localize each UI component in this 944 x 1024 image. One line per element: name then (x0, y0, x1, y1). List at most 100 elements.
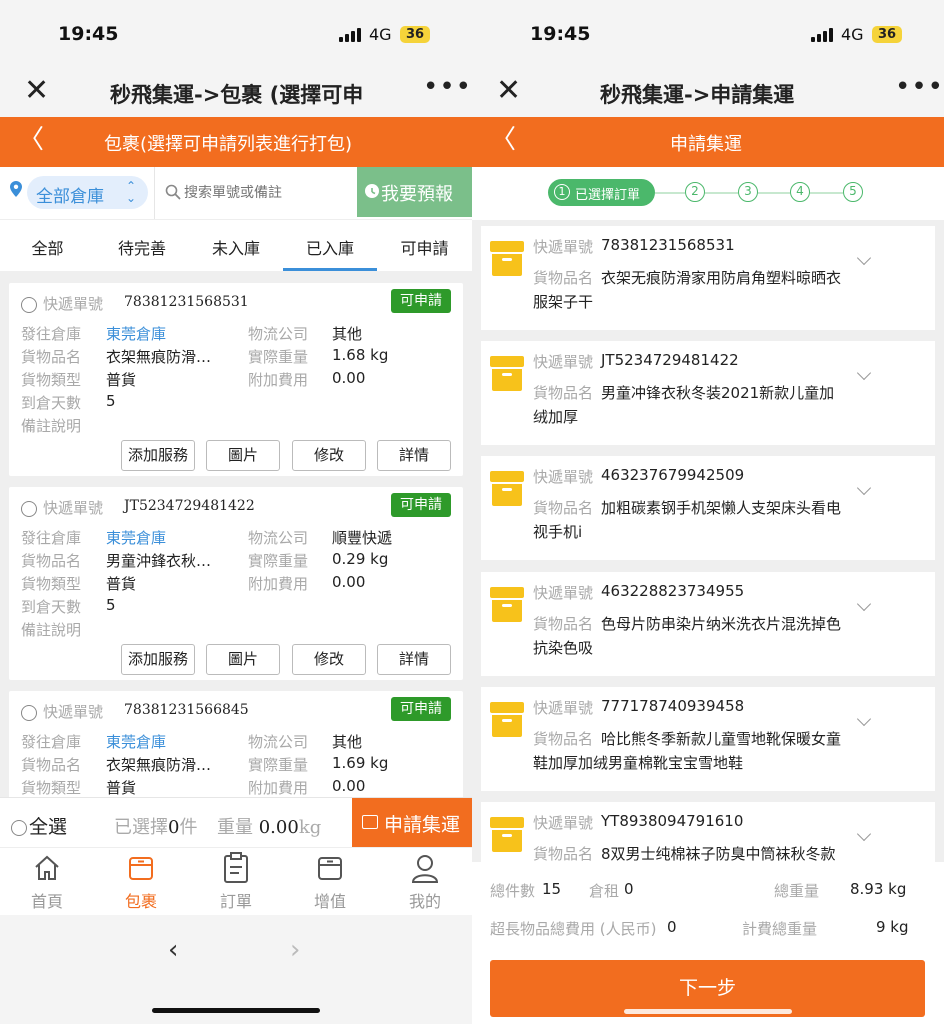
step-connector (655, 192, 685, 194)
battery-icon: 36 (400, 26, 430, 43)
more-icon[interactable]: ••• (423, 72, 472, 102)
active-tab-indicator (283, 268, 377, 271)
edit-button[interactable]: 修改 (292, 440, 366, 471)
card-checkbox[interactable] (21, 705, 37, 721)
nav-packages[interactable]: 包裹 (111, 851, 171, 911)
package-box-icon (490, 587, 524, 623)
item-value: 衣架無痕防滑… (106, 348, 212, 366)
nav-value-added[interactable]: 增值 (300, 851, 360, 911)
tab-applicable[interactable]: 可申請 (377, 235, 472, 259)
package-box-icon (490, 817, 524, 853)
tracking-label: 快遞單號 (533, 353, 594, 371)
nav-home-label: 首頁 (30, 892, 63, 911)
add-service-button[interactable]: 添加服務 (121, 440, 195, 471)
item-name-line1: 加粗碳素钢手机架懒人支架床头看电 (601, 499, 842, 517)
nav-orders[interactable]: 訂單 (206, 851, 266, 911)
user-icon (411, 855, 439, 883)
progress-stepper: 1 已選擇訂單 2 3 4 5 (472, 167, 944, 220)
reserve-button[interactable]: 我要預報 (357, 167, 472, 217)
item-name-line1: 8双男士纯棉袜子防臭中筒袜秋冬款 (601, 845, 836, 862)
details-button[interactable]: 詳情 (377, 644, 451, 675)
tab-not-stored[interactable]: 未入庫 (189, 235, 283, 259)
close-icon[interactable]: ✕ (24, 76, 49, 106)
select-all-checkbox[interactable] (11, 820, 27, 836)
edit-button[interactable]: 修改 (292, 644, 366, 675)
filter-row: 全部倉庫 ⌃⌄ 我要預報 (0, 167, 472, 219)
item-name-line1: 衣架无痕防滑家用防肩角塑料晾晒衣 (601, 269, 842, 287)
tracking-number: 78381231568531 (601, 236, 735, 254)
order-item[interactable]: 快遞單號 463228823734955 貨物品名 色母片防串染片纳米洗衣片混洗… (481, 572, 935, 676)
item-name-line2: 服架子干 (533, 293, 594, 311)
tracking-number: 777178740939458 (601, 697, 745, 715)
weight-summary: 重量 0.00kg (217, 813, 321, 839)
chevron-down-icon[interactable] (856, 250, 872, 266)
tab-all[interactable]: 全部 (0, 235, 95, 259)
item-label: 貨物品名 (533, 384, 594, 402)
tab-pending[interactable]: 待完善 (95, 235, 189, 259)
card-checkbox[interactable] (21, 297, 37, 313)
browser-back-icon[interactable]: ‹ (168, 935, 178, 965)
billed-weight-label: 計費總重量 (742, 920, 818, 938)
search-input[interactable] (184, 181, 354, 205)
chevron-down-icon[interactable] (856, 826, 872, 842)
warehouse-value[interactable]: 東莞倉庫 (106, 527, 166, 548)
fee-value: 0.00 (332, 777, 366, 795)
type-value: 普貨 (106, 575, 137, 593)
warehouse-value[interactable]: 東莞倉庫 (106, 323, 166, 344)
close-icon[interactable]: ✕ (496, 76, 521, 106)
order-item[interactable]: 快遞單號 463237679942509 貨物品名 加粗碳素钢手机架懒人支架床头… (481, 456, 935, 560)
status-time: 19:45 (58, 23, 119, 45)
item-label: 貨物品名 (533, 615, 594, 633)
weight-value: 1.69 kg (332, 754, 389, 772)
add-service-button[interactable]: 添加服務 (121, 644, 195, 675)
home-icon (35, 855, 59, 880)
nav-packages-label: 包裹 (124, 892, 157, 911)
warehouse-label: 發往倉庫 (21, 733, 82, 751)
apply-consolidation-button[interactable]: 申請集運 (352, 798, 472, 848)
clipboard-icon (224, 852, 248, 883)
chevron-down-icon[interactable] (856, 365, 872, 381)
chevron-down-icon[interactable] (856, 596, 872, 612)
details-button[interactable]: 詳情 (377, 440, 451, 471)
chevron-down-icon[interactable] (856, 480, 872, 496)
clock-icon (365, 184, 379, 198)
images-button[interactable]: 圖片 (206, 644, 280, 675)
item-label: 貨物品名 (533, 730, 594, 748)
step-connector (705, 192, 738, 194)
nav-profile[interactable]: 我的 (395, 851, 455, 911)
order-item[interactable]: 快遞單號 78381231568531 貨物品名 衣架无痕防滑家用防肩角塑料晾晒… (481, 226, 935, 330)
back-icon[interactable]: 〈 (18, 127, 44, 153)
chevron-down-icon[interactable] (856, 711, 872, 727)
tracking-number: JT5234729481422 (601, 351, 739, 369)
back-icon[interactable]: 〈 (490, 127, 516, 153)
order-item[interactable]: 快遞單號 YT8938094791610 貨物品名 8双男士纯棉袜子防臭中筒袜秋… (481, 802, 935, 862)
images-button[interactable]: 圖片 (206, 440, 280, 471)
weight-value: 0.29 kg (332, 550, 389, 568)
status-badge: 可申請 (391, 493, 451, 517)
order-item[interactable]: 快遞單號 JT5234729481422 貨物品名 男童冲锋衣秋冬装2021新款… (481, 341, 935, 445)
tracking-label: 快遞單號 (533, 814, 594, 832)
box-icon (318, 857, 342, 880)
warehouse-value[interactable]: 東莞倉庫 (106, 731, 166, 752)
more-icon[interactable]: ••• (895, 72, 944, 102)
package-card: 快遞單號 JT5234729481422 可申請 發往倉庫 東莞倉庫 物流公司 … (9, 487, 463, 680)
carrier-value: 順豐快遞 (332, 529, 393, 547)
warehouse-select[interactable]: 全部倉庫 ⌃ ⌄ (27, 176, 148, 209)
item-label: 貨物品名 (533, 499, 594, 517)
nav-home[interactable]: 首頁 (17, 851, 77, 911)
order-item[interactable]: 快遞單號 777178740939458 貨物品名 哈比熊冬季新款儿童雪地靴保暖… (481, 687, 935, 791)
card-checkbox[interactable] (21, 501, 37, 517)
step-4: 4 (790, 182, 810, 202)
select-all-label[interactable]: 全選 (29, 812, 67, 839)
tab-stored[interactable]: 已入庫 (283, 235, 377, 259)
network-label: 4G (841, 25, 864, 44)
selected-unit: 件 (179, 817, 198, 838)
selected-count: 0 (168, 817, 180, 838)
weight-summary-label: 重量 (217, 817, 253, 838)
tracking-number: 463228823734955 (601, 582, 745, 600)
oversize-fee-value: 0 (667, 918, 677, 936)
total-count-value: 15 (542, 880, 562, 898)
item-name-line2: 鞋加厚加绒男童棉靴宝宝雪地鞋 (533, 754, 744, 772)
package-icon (129, 857, 153, 880)
browser-forward-icon[interactable]: › (290, 935, 300, 965)
